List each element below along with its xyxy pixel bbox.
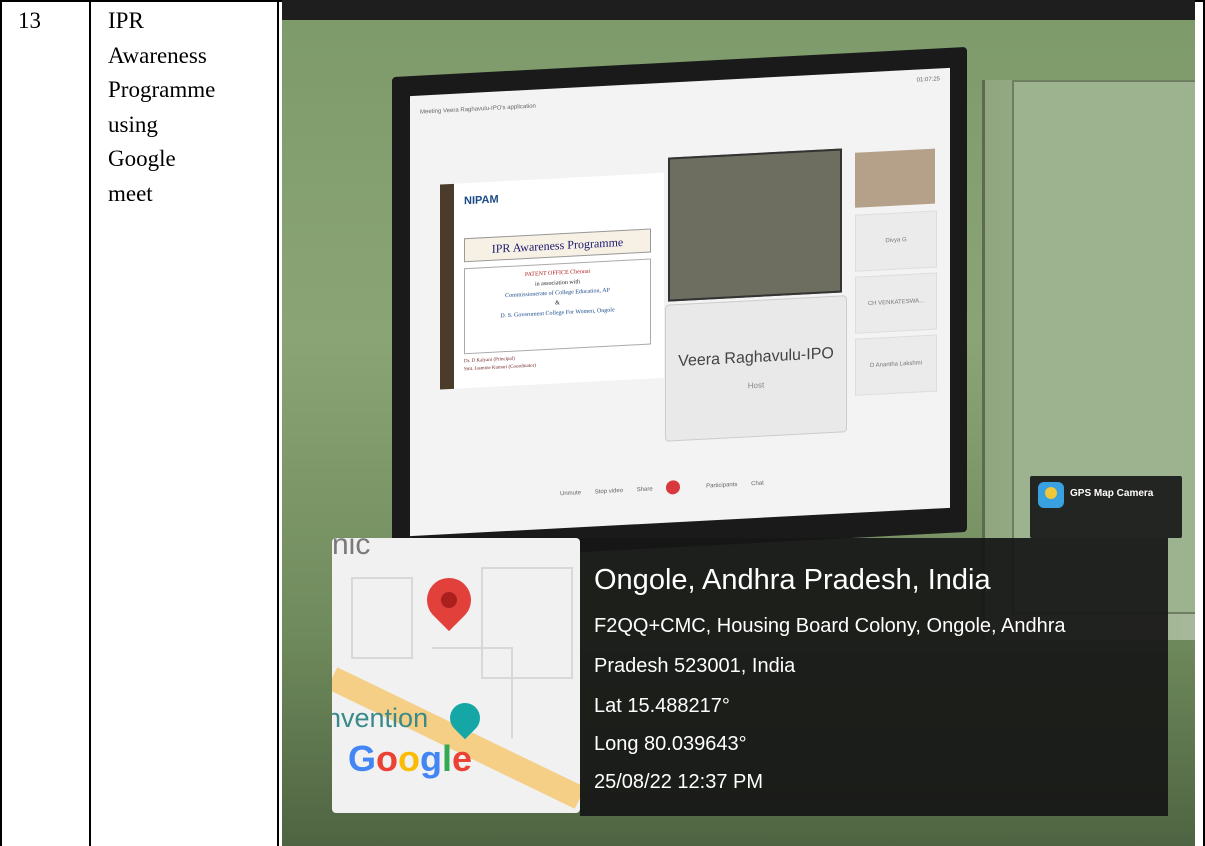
host-name: Veera Raghavulu-IPO (678, 344, 834, 371)
table-divider-1 (89, 0, 91, 846)
google-logo-letter: G (348, 738, 377, 779)
photo-top-strip (282, 0, 1195, 20)
row-number: 13 (18, 8, 41, 33)
address-line: F2QQ+CMC, Housing Board Colony, Ongole, … (594, 615, 1066, 637)
event-title-line: Programme (108, 77, 216, 102)
classroom-video-tile (668, 148, 842, 302)
chat-button: Chat (751, 480, 764, 487)
event-title-line: using (108, 111, 158, 137)
participants-button: Participants (706, 481, 738, 490)
event-title-line: meet (108, 180, 153, 206)
gps-camera-label: GPS Map Camera (1070, 488, 1154, 499)
slide-heading: IPR Awareness Programme (464, 228, 651, 263)
google-logo-letter: e (452, 738, 473, 779)
smart-board-monitor: Meeting Veera Raghavulu-IPO's applicatio… (392, 46, 967, 563)
gps-camera-badge: GPS Map Camera (1030, 476, 1182, 538)
google-logo-letter: l (442, 738, 453, 779)
participant-tile: D Anantha Lakshmi (855, 334, 937, 396)
participant-tile: Divya G (855, 210, 937, 272)
location-title: Ongole, Andhra Pradesh, India (594, 564, 991, 596)
address-line: Pradesh 523001, India (594, 655, 796, 677)
google-logo-letter: o (376, 738, 399, 779)
google-logo-letter: o (398, 738, 421, 779)
slide-logos: NIPAM (464, 193, 499, 208)
table-border-left (0, 0, 2, 846)
host-role: Host (747, 380, 765, 391)
google-logo-letter: g (420, 738, 443, 779)
map-poi-label: nvention (332, 703, 429, 733)
unmute-button: Unmute (560, 489, 582, 497)
gps-map-camera-icon (1038, 482, 1064, 508)
meeting-clock: 01:07:25 (916, 76, 940, 84)
event-photo: Meeting Veera Raghavulu-IPO's applicatio… (282, 0, 1195, 846)
event-title-line: IPR (108, 8, 144, 33)
latitude: Lat 15.488217° (594, 695, 730, 717)
meeting-title: Meeting Veera Raghavulu-IPO's applicatio… (420, 103, 536, 116)
slide-footer: Dr. D Kalyani (Principal) Smt. Jasmine K… (464, 355, 536, 375)
event-title: IPR Awareness Programme using Google mee… (108, 4, 215, 211)
location-info-panel: Ongole, Andhra Pradesh, India F2QQ+CMC, … (580, 538, 1168, 816)
end-call-icon (666, 479, 681, 495)
event-title-line: Google (108, 146, 176, 171)
host-tile: Veera Raghavulu-IPO Host (665, 295, 847, 442)
participant-tile: CH VENKATESWA... (855, 272, 937, 334)
longitude: Long 80.039643° (594, 733, 747, 755)
meeting-screen: Meeting Veera Raghavulu-IPO's applicatio… (410, 67, 950, 537)
google-logo-text: Google (348, 738, 472, 779)
participant-video-tile (855, 148, 935, 208)
share-button: Share (636, 485, 653, 493)
map-place-label: nic (332, 538, 371, 561)
presentation-slide: NIPAM IPR Awareness Programme PATENT OFF… (440, 172, 664, 390)
google-logo: Google (348, 738, 472, 780)
slide-body: PATENT OFFICE Chennai in association wit… (464, 258, 651, 355)
event-title-line: Awareness (108, 42, 207, 68)
timestamp: 25/08/22 12:37 PM (594, 771, 764, 793)
location-map: nic nvention Google (332, 538, 580, 813)
table-divider-2 (277, 0, 279, 846)
meeting-toolbar: Unmute Stop video Share Participants Cha… (560, 466, 940, 504)
stop-video-button: Stop video (594, 487, 624, 496)
